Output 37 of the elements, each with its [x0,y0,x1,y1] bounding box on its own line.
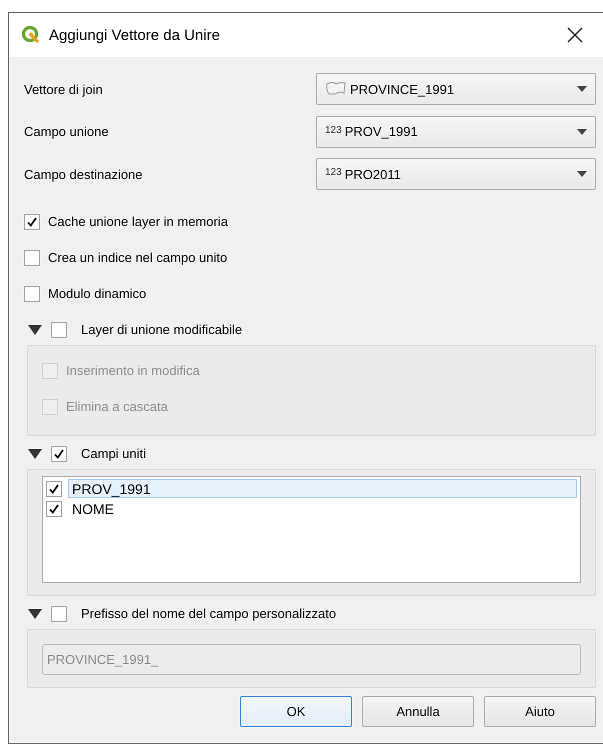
polygon-icon [325,81,347,97]
field-label: Campo destinazione [24,166,144,182]
caret-icon [577,171,587,177]
checkbox[interactable] [24,250,40,266]
group-title: Campi uniti [81,446,146,461]
list-item[interactable]: PROV_1991 [68,479,577,498]
dropdown[interactable]: PROVINCE_1991 [316,73,596,105]
dialog-button[interactable]: Aiuto [484,696,596,726]
field-label: Campo unione [24,124,110,139]
checkbox[interactable] [46,480,62,496]
default-button[interactable]: OK [240,696,352,726]
checkbox[interactable] [46,500,62,516]
list-item[interactable]: NOME [68,499,577,518]
field-label: Vettore di join [24,82,104,96]
group-title: Layer di unione modificabile [81,322,242,337]
checkbox-label: Cache unione layer in memoria [48,214,228,229]
group-title: Prefisso del nome del campo personalizzato [81,606,336,621]
window-title: Aggiungi Vettore da Unire [49,26,221,44]
collapse-icon[interactable] [28,324,42,334]
dropdown[interactable]: 123 PRO2011 [316,158,596,190]
checkbox-label: Inserimento in modifica [66,363,200,378]
dropdown[interactable]: 123 PROV_1991 [316,116,596,148]
logo-icon [21,25,41,45]
checkbox[interactable] [51,446,67,462]
dialog-button[interactable]: Annulla [362,696,474,726]
caret-icon [577,86,587,92]
type-label: 123 [325,124,342,136]
collapse-icon[interactable] [28,448,42,458]
checkbox-label: Modulo dinamico [48,286,146,301]
checkbox-label: Crea un indice nel campo unito [48,250,228,265]
checkbox[interactable] [51,322,67,338]
close-icon[interactable] [565,25,585,45]
checkbox-label: Elimina a cascata [66,399,168,414]
caret-icon [577,128,587,134]
checkbox[interactable] [24,286,40,302]
checkbox[interactable] [24,214,40,230]
type-label: 123 [325,167,342,178]
